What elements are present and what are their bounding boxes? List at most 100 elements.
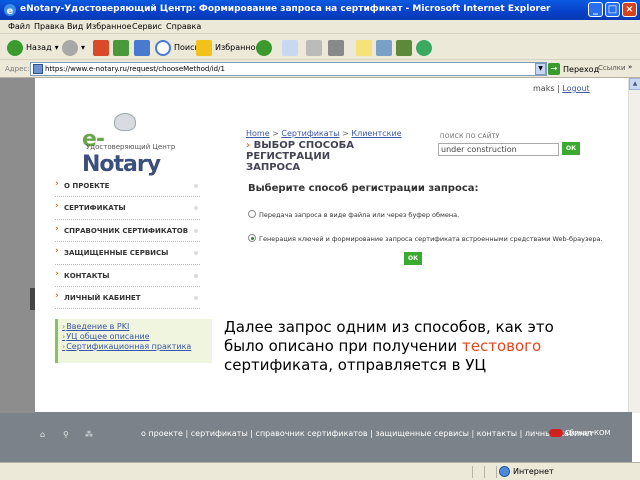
- back-label: Назад: [26, 43, 52, 52]
- nav-label: ЛИЧНЫЙ КАБИНЕТ: [64, 293, 141, 302]
- links-chevron-icon[interactable]: »: [628, 63, 632, 71]
- nav-item-cabinet[interactable]: ЛИЧНЫЙ КАБИНЕТ: [55, 287, 200, 310]
- address-bar: Адрес: https://www.e-notary.ru/request/c…: [0, 60, 640, 78]
- back-button[interactable]: Назад ▾: [7, 38, 59, 57]
- nav-label: КОНТАКТЫ: [64, 271, 110, 280]
- nav-item-about[interactable]: О ПРОЕКТЕ: [55, 175, 200, 198]
- address-input[interactable]: https://www.e-notary.ru/request/chooseMe…: [30, 62, 547, 76]
- logo-subtitle: Удостоверяющий Центр: [86, 143, 176, 151]
- minimize-button[interactable]: _: [588, 2, 603, 17]
- site-nav: О ПРОЕКТЕ СЕРТИФИКАТЫ СПРАВОЧНИК СЕРТИФИ…: [55, 175, 200, 310]
- breadcrumb-clients[interactable]: Клиентские: [351, 129, 401, 138]
- home-button[interactable]: [134, 38, 150, 57]
- option-browser-generation: Генерация ключей и формирование запроса …: [259, 235, 603, 243]
- radio-browser-generation[interactable]: [248, 234, 256, 242]
- messenger-button[interactable]: [416, 38, 432, 57]
- ie-icon: e: [4, 4, 16, 17]
- refresh-button[interactable]: [113, 38, 129, 57]
- radio-file-transfer[interactable]: [248, 210, 256, 218]
- tool-button[interactable]: [396, 38, 412, 57]
- footer-brand[interactable]: Сигнал-КОМ: [549, 429, 611, 437]
- signal-com-logo-icon: [549, 429, 563, 437]
- footer-menu[interactable]: о проекте | сертификаты | справочник сер…: [141, 429, 594, 438]
- nav-dot-icon: [194, 228, 198, 233]
- breadcrumb-home[interactable]: Home: [246, 129, 270, 138]
- favorites-button[interactable]: Избранное: [196, 38, 260, 57]
- nav-dot-icon: [194, 251, 198, 256]
- menu-favorites[interactable]: Избранное: [86, 22, 131, 31]
- nav-dot-icon: [194, 295, 198, 300]
- title-bar[interactable]: e eNotary-Удостоверяющий Центр: Формиров…: [0, 0, 640, 20]
- breadcrumb: Home > Сертификаты > Клиентские: [246, 129, 402, 138]
- slide-caption: Далее запрос одним из способов, как это …: [224, 318, 604, 375]
- nav-item-services[interactable]: ЗАЩИЩЕННЫЕ СЕРВИСЫ: [55, 242, 200, 265]
- side-links: Введение в PKI УЦ общее описание Сертифи…: [55, 319, 212, 363]
- nav-dot-icon: [194, 184, 198, 188]
- history-icon: [256, 39, 272, 56]
- maximize-button[interactable]: □: [605, 2, 620, 17]
- link-ca-overview[interactable]: УЦ общее описание: [62, 332, 212, 342]
- toolbar: Назад ▾ ▾ Поиск Избранное: [0, 35, 640, 60]
- address-url: https://www.e-notary.ru/request/chooseMe…: [45, 65, 225, 73]
- nav-item-directory[interactable]: СПРАВОЧНИК СЕРТИФИКАТОВ: [55, 220, 200, 243]
- nav-item-contacts[interactable]: КОНТАКТЫ: [55, 265, 200, 287]
- back-dropdown-icon[interactable]: ▾: [55, 43, 59, 52]
- page-viewport: ▲ maks | Logout e-Notary Удостоверяющий …: [0, 78, 640, 462]
- menu-help[interactable]: Справка: [166, 22, 201, 31]
- menu-edit[interactable]: Правка: [34, 22, 64, 31]
- menu-file[interactable]: Файл: [8, 22, 30, 31]
- breadcrumb-sep: >: [272, 129, 279, 138]
- logo-notary: Notary: [82, 152, 161, 177]
- search-button[interactable]: Поиск: [155, 38, 199, 57]
- vertical-scrollbar[interactable]: ▲: [628, 78, 640, 413]
- history-button[interactable]: [256, 38, 272, 57]
- nav-label: О ПРОЕКТЕ: [64, 182, 110, 190]
- address-dropdown-icon[interactable]: ▼: [535, 63, 546, 75]
- user-line: maks | Logout: [533, 84, 590, 93]
- site-search-input[interactable]: under construction: [438, 143, 559, 156]
- caption-line-2: было описано при получении: [224, 337, 463, 355]
- nav-dot-icon: [194, 273, 198, 278]
- logout-link[interactable]: Logout: [562, 84, 589, 93]
- link-pki-intro[interactable]: Введение в PKI: [62, 322, 212, 332]
- note-icon: [356, 39, 372, 56]
- status-zone: Интернет: [513, 467, 554, 476]
- close-button[interactable]: ×: [622, 2, 637, 17]
- edit-button[interactable]: [328, 38, 344, 57]
- user-name: maks: [533, 84, 555, 93]
- research-button[interactable]: [376, 38, 392, 57]
- go-button[interactable]: → Переход: [548, 62, 599, 76]
- site-logo[interactable]: e-Notary: [82, 113, 182, 177]
- forward-dropdown-icon[interactable]: ▾: [81, 43, 85, 52]
- go-arrow-icon: →: [548, 63, 560, 75]
- forward-button[interactable]: ▾: [62, 38, 85, 57]
- link-cert-practice[interactable]: Сертификационная практика: [62, 342, 212, 352]
- stop-button[interactable]: [93, 38, 109, 57]
- printer-icon: [306, 39, 322, 56]
- window-title: eNotary-Удостоверяющий Центр: Формирован…: [20, 4, 551, 14]
- print-button[interactable]: [306, 38, 322, 57]
- edit-icon: [328, 39, 344, 56]
- menu-tools[interactable]: Сервис: [132, 22, 162, 31]
- footer-home-icon[interactable]: ⌂: [40, 430, 45, 439]
- breadcrumb-sep: >: [342, 129, 349, 138]
- site-footer: ⌂ ⚲ ⁂ о проекте | сертификаты | справочн…: [35, 412, 632, 462]
- submit-ok-button[interactable]: ОК: [404, 252, 422, 265]
- notes-button[interactable]: [356, 38, 372, 57]
- scroll-up-icon[interactable]: ▲: [629, 78, 640, 90]
- user-separator: |: [557, 84, 560, 93]
- menu-view[interactable]: Вид: [67, 22, 83, 31]
- breadcrumb-certificates[interactable]: Сертификаты: [281, 129, 339, 138]
- nav-item-certificates[interactable]: СЕРТИФИКАТЫ: [55, 197, 200, 220]
- research-icon: [376, 39, 392, 56]
- search-ok-button[interactable]: ОК: [562, 142, 580, 155]
- caption-line-1: Далее запрос одним из способов, как это: [224, 318, 554, 336]
- footer-sitemap-icon[interactable]: ⁂: [85, 430, 93, 439]
- address-label: Адрес:: [5, 65, 30, 73]
- method-question: Выберите способ регистрации запроса:: [248, 183, 479, 194]
- nav-label: СПРАВОЧНИК СЕРТИФИКАТОВ: [64, 226, 189, 235]
- links-label[interactable]: Ссылки: [598, 64, 626, 72]
- footer-search-icon[interactable]: ⚲: [63, 430, 69, 439]
- title-arrow-icon: ›: [246, 140, 254, 151]
- mail-button[interactable]: [282, 38, 298, 57]
